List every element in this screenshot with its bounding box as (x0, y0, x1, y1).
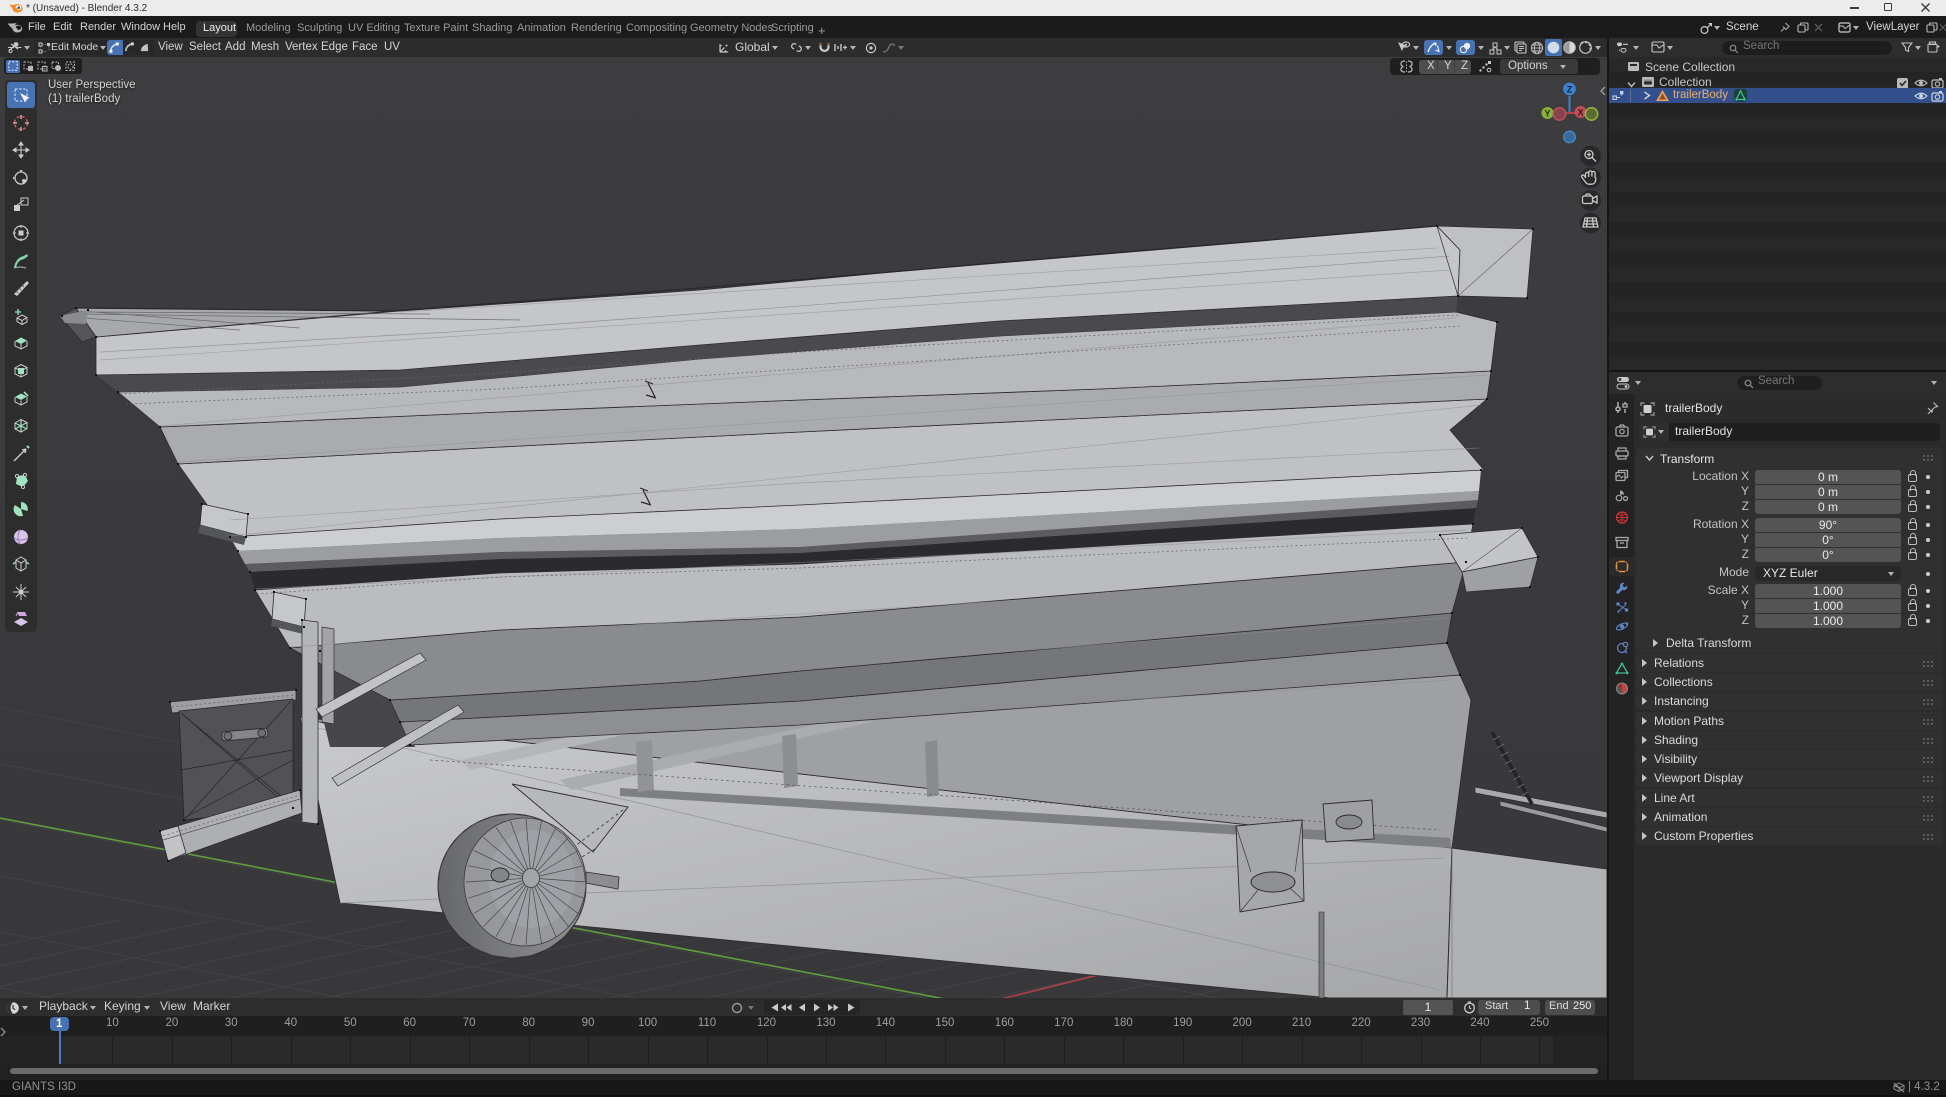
svg-text:Y: Y (1544, 109, 1550, 119)
svg-text:Z: Z (1567, 85, 1573, 95)
svg-text:X: X (1577, 108, 1583, 118)
